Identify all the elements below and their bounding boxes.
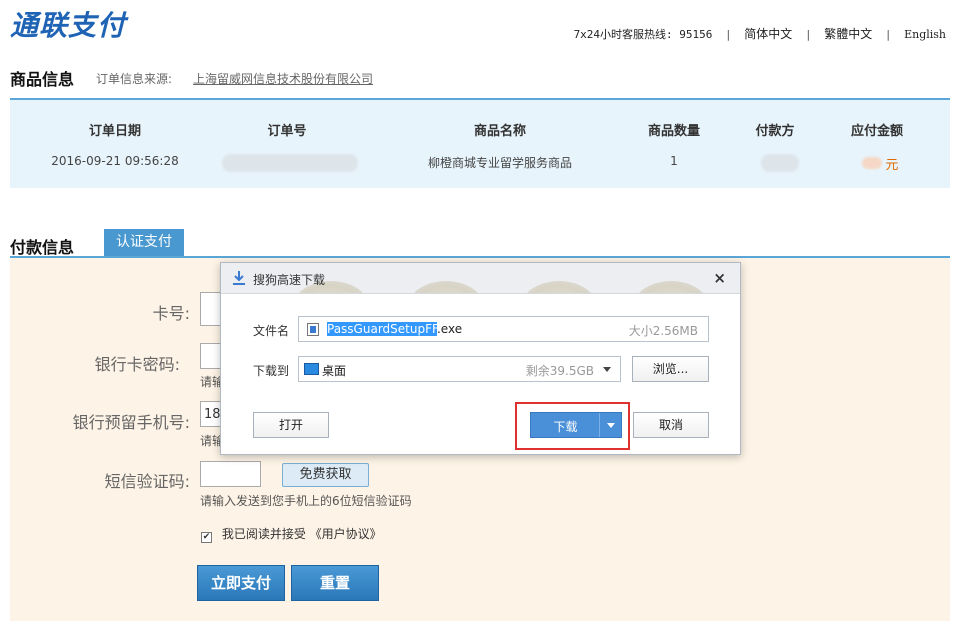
lang-traditional-link[interactable]: 繁體中文 [824,25,872,42]
chevron-down-icon[interactable] [603,367,611,372]
file-name-text: PassGuardSetupFF.exe [327,322,462,336]
amount-value: 元 [850,154,910,173]
reset-button[interactable]: 重置 [291,565,379,601]
header-decoration [406,281,486,293]
sms-code-label: 短信验证码: [104,472,190,491]
order-no-value [220,154,360,175]
dialog-header[interactable]: 搜狗高速下载 × [221,263,740,294]
cancel-button[interactable]: 取消 [633,412,709,438]
save-location-value: 桌面 [322,364,347,378]
top-nav: 7x24小时客服热线: 95156 | 简体中文 | 繁體中文 | Englis… [574,25,946,42]
file-name-field[interactable]: PassGuardSetupFF.exe 大小2.56MB [298,316,709,342]
header-decoration [631,281,711,293]
hotline-text: 7x24小时客服热线: 95156 [573,28,713,41]
card-password-label: 银行卡密码: [94,355,180,374]
file-name-ext: .exe [436,322,463,336]
file-icon [307,323,319,336]
header-order-date: 订单日期 [88,124,141,139]
agree-checkbox[interactable]: ✔ [201,532,212,543]
header-decoration [519,281,599,293]
file-size: 大小2.56MB [628,324,698,338]
header-payer: 付款方 [755,124,795,139]
dialog-title: 搜狗高速下载 [253,273,326,287]
get-sms-code-button[interactable]: 免费获取 [282,463,369,487]
highlight-box [515,402,630,450]
payment-section-title: 付款信息 [10,238,75,257]
file-name-selected: PassGuardSetupFF [327,322,437,336]
header-quantity: 商品数量 [647,124,700,139]
save-location-label: 下载到 [253,364,290,378]
payer-value [755,154,805,175]
free-space: 剩余39.5GB [525,364,594,378]
file-name-label: 文件名 [253,324,290,338]
order-date-value: 2016-09-21 09:56:28 [51,154,179,168]
order-table: 订单日期 订单号 商品名称 商品数量 付款方 应付金额 2016-09-21 0… [10,98,950,188]
header-product-name: 商品名称 [473,124,526,139]
sms-hint: 请输入发送到您手机上的6位短信验证码 [200,494,412,508]
sms-code-input[interactable] [200,461,261,487]
save-location-select[interactable]: 桌面 剩余39.5GB [298,356,621,382]
product-section-title: 商品信息 [10,70,75,89]
close-icon[interactable]: × [713,269,726,287]
amount-unit: 元 [885,158,899,173]
agree-text: 我已阅读并接受 [221,527,306,541]
header-order-no: 订单号 [267,124,307,139]
separator: | [804,28,812,41]
browse-button[interactable]: 浏览... [632,356,709,382]
user-agreement-link[interactable]: 《用户协议》 [310,527,382,541]
folder-icon [304,363,319,375]
lang-simplified-link[interactable]: 简体中文 [744,25,792,42]
order-source-link[interactable]: 上海留威网信息技术股份有限公司 [193,70,373,87]
product-name-value: 柳橙商城专业留学服务商品 [427,156,572,170]
download-icon [233,271,245,285]
lang-english-link[interactable]: English [904,28,946,41]
phone-label: 银行预留手机号: [72,413,190,432]
separator: | [725,28,732,41]
tab-auth-pay[interactable]: 认证支付 [104,229,184,256]
download-dialog: 搜狗高速下载 × 文件名 PassGuardSetupFF.exe 大小2.56… [220,262,741,455]
quantity-value: 1 [670,154,678,168]
open-button[interactable]: 打开 [253,412,329,438]
header-amount: 应付金额 [850,124,903,139]
pay-now-button[interactable]: 立即支付 [197,565,285,601]
card-number-label: 卡号: [152,304,190,323]
agreement-row: ✔ 我已阅读并接受 《用户协议》 [201,525,382,543]
logo: 通联支付 [10,9,127,42]
separator: | [884,28,892,41]
order-source-label: 订单信息来源: [96,72,173,86]
